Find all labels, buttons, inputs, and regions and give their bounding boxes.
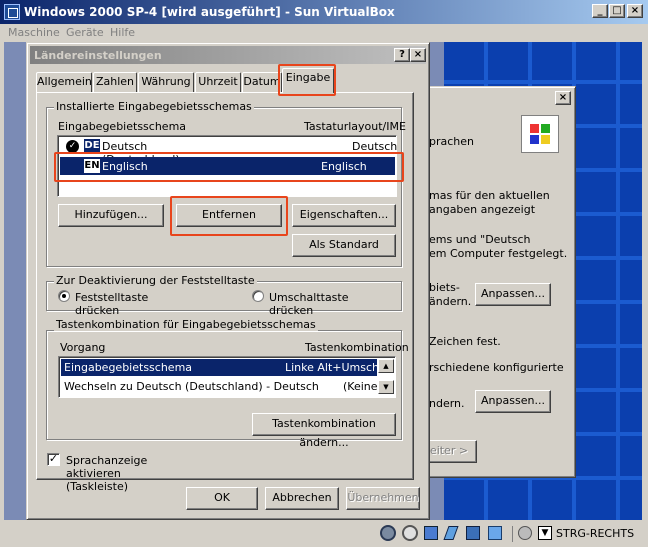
host-key-arrow-icon[interactable]: ▼ bbox=[538, 526, 552, 540]
shared-folder-icon[interactable] bbox=[466, 526, 480, 540]
scroll-up-arrow-icon[interactable]: ▲ bbox=[378, 359, 394, 373]
tab-zahlen[interactable]: Zahlen bbox=[93, 72, 137, 92]
hotkeys-col-keys: Tastenkombination bbox=[305, 341, 409, 354]
apply-button[interactable]: Übernehmen bbox=[346, 487, 420, 510]
locale-badge-de: DE bbox=[84, 139, 100, 153]
add-button[interactable]: Hinzufügen... bbox=[58, 204, 164, 227]
hotkeys-col-action: Vorgang bbox=[60, 341, 106, 354]
locale-layout-en: Englisch (USA) bbox=[321, 160, 367, 186]
back-text-10: ndern. bbox=[429, 397, 465, 410]
cancel-button[interactable]: Abbrechen bbox=[265, 487, 339, 510]
change-hotkey-button[interactable]: Tastenkombination ändern... bbox=[252, 413, 396, 449]
tab-eingabe[interactable]: Eingabe bbox=[282, 68, 334, 93]
back-text-9: rschiedene konfigurierte bbox=[429, 361, 564, 374]
host-close-button[interactable]: × bbox=[627, 4, 643, 18]
column-header-layout: Tastaturlayout/IME bbox=[304, 120, 406, 133]
tab-datum[interactable]: Datum bbox=[242, 72, 282, 92]
usb-icon[interactable] bbox=[443, 526, 459, 540]
host-statusbar: ▼ STRG-RECHTS bbox=[0, 520, 648, 547]
adjust-button-1[interactable]: Anpassen... bbox=[475, 283, 551, 306]
menu-maschine[interactable]: Maschine bbox=[8, 26, 60, 39]
scroll-down-arrow-icon[interactable]: ▼ bbox=[378, 380, 394, 394]
column-header-locale: Eingabegebietsschema bbox=[58, 120, 187, 133]
tab-uhrzeit[interactable]: Uhrzeit bbox=[195, 72, 241, 92]
virtualbox-icon bbox=[4, 4, 20, 20]
installed-group-label: Installierte Eingabegebietsschemas bbox=[54, 100, 254, 113]
windows-logo-icon bbox=[521, 115, 559, 153]
network-icon[interactable] bbox=[424, 526, 438, 540]
hotkey-key-2: (Keine) bbox=[343, 380, 382, 393]
status-separator bbox=[512, 526, 513, 542]
dialog-close-button[interactable]: × bbox=[410, 48, 426, 62]
back-text-3: angaben angezeigt bbox=[429, 203, 536, 216]
dialog-title: Ländereinstellungen bbox=[34, 49, 162, 62]
radio-shift[interactable] bbox=[252, 290, 264, 302]
adjust-button-2[interactable]: Anpassen... bbox=[475, 390, 551, 413]
hdd-icon[interactable] bbox=[380, 525, 396, 541]
tab-allgemein[interactable]: Allgemein bbox=[36, 72, 92, 92]
back-text-6: biets- bbox=[429, 281, 460, 294]
back-text-7: ändern. bbox=[429, 295, 472, 308]
host-key-label: STRG-RECHTS bbox=[556, 527, 635, 540]
hotkeys-group-label: Tastenkombination für Eingabegebietssche… bbox=[54, 318, 318, 331]
host-maximize-button[interactable]: □ bbox=[609, 4, 625, 18]
tab-waehrung[interactable]: Währung bbox=[138, 72, 194, 92]
mouse-integration-icon[interactable] bbox=[518, 526, 532, 540]
radio-shift-label: Umschalttaste drücken bbox=[269, 291, 349, 317]
default-check-icon: ✓ bbox=[66, 140, 79, 153]
indicator-checkbox[interactable]: ✓ bbox=[47, 453, 60, 466]
ok-button[interactable]: OK bbox=[186, 487, 258, 510]
menu-hilfe[interactable]: Hilfe bbox=[110, 26, 135, 39]
help-button[interactable]: ? bbox=[394, 48, 410, 62]
host-menubar: Maschine Geräte Hilfe bbox=[0, 24, 648, 41]
back-text-4: ems und "Deutsch bbox=[429, 233, 531, 246]
hotkey-key-1: Linke Alt+Umschalt bbox=[285, 361, 394, 374]
host-minimize-button[interactable]: _ bbox=[592, 4, 608, 18]
host-title: Windows 2000 SP-4 [wird ausgeführt] - Su… bbox=[24, 5, 395, 19]
back-text-8: Zeichen fest. bbox=[429, 335, 501, 348]
set-default-button[interactable]: Als Standard bbox=[292, 234, 396, 257]
indicator-checkbox-label: Sprachanzeige aktivieren (Taskleiste) bbox=[66, 454, 148, 493]
back-text-2: mas für den aktuellen bbox=[429, 189, 550, 202]
remove-button[interactable]: Entfernen bbox=[176, 204, 282, 227]
background-dialog: × prachen mas für den aktuellen angaben … bbox=[410, 86, 576, 478]
background-close-button[interactable]: × bbox=[555, 91, 571, 105]
host-title-bar: Windows 2000 SP-4 [wird ausgeführt] - Su… bbox=[0, 0, 648, 24]
hotkey-action-2[interactable]: Wechseln zu Deutsch (Deutschland) - Deut… bbox=[64, 380, 319, 393]
radio-capslock-label: Feststelltaste drücken bbox=[75, 291, 149, 317]
background-dialog-titlebar bbox=[414, 90, 572, 108]
cd-icon[interactable] bbox=[402, 525, 418, 541]
radio-capslock[interactable] bbox=[58, 290, 70, 302]
locale-name-en: Englisch (USA) bbox=[102, 160, 148, 186]
properties-button[interactable]: Eigenschaften... bbox=[292, 204, 396, 227]
locale-badge-en: EN bbox=[84, 159, 100, 173]
locale-layout-de: Deutsch bbox=[352, 140, 398, 153]
menu-geraete[interactable]: Geräte bbox=[66, 26, 104, 39]
back-text-1: prachen bbox=[429, 135, 475, 148]
display-icon[interactable] bbox=[488, 526, 502, 540]
capslock-group-label: Zur Deaktivierung der Feststelltaste bbox=[54, 274, 257, 287]
back-text-5: em Computer festgelegt. bbox=[429, 247, 568, 260]
dialog-titlebar: Ländereinstellungen ? × bbox=[30, 46, 426, 64]
